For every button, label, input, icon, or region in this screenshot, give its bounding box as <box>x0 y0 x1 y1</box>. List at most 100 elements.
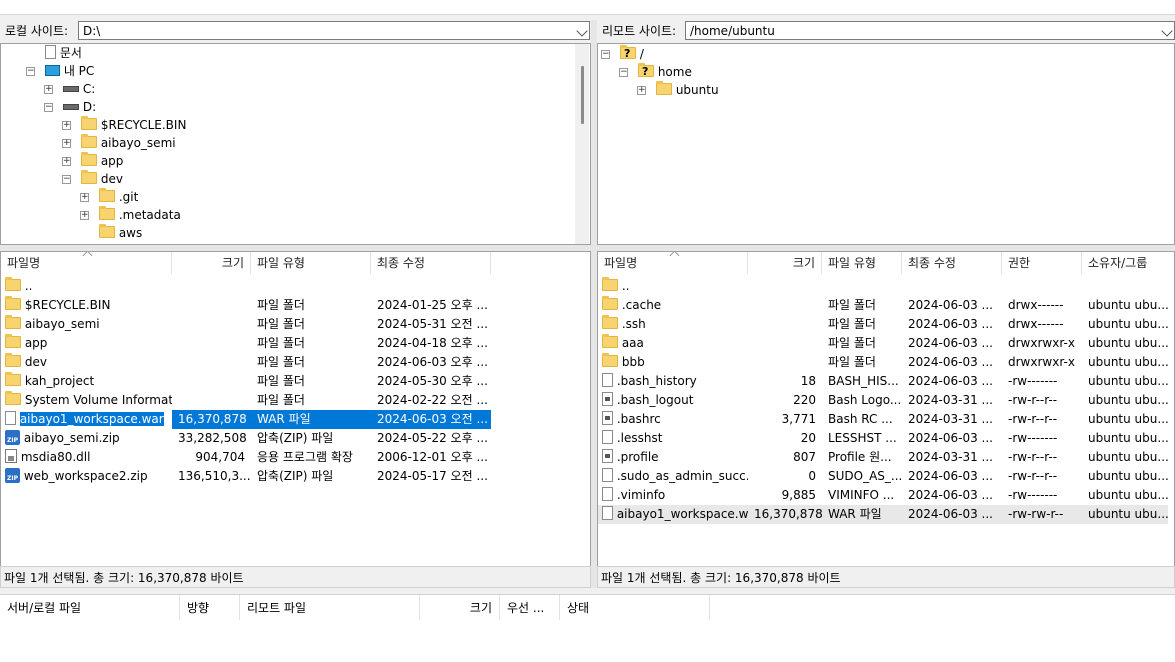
document-icon <box>45 45 56 59</box>
file-row[interactable]: .bashrc 3,771 Bash RC ... 2024-03-31 ... -rw… <box>598 410 1168 429</box>
column-header-owner[interactable]: 소유자/그룹 <box>1082 252 1174 274</box>
expand-icon[interactable]: + <box>637 86 646 95</box>
file-row[interactable]: app 파일 폴더 2024-04-18 오후 ... <box>1 334 491 353</box>
queue-column-direction[interactable]: 방향 <box>180 595 240 621</box>
tree-node[interactable]: − 내 PC <box>26 62 94 80</box>
transfer-queue-list[interactable] <box>0 620 1175 662</box>
file-row[interactable]: .cache 파일 폴더 2024-06-03 ... drwx------ ubunt… <box>598 296 1168 315</box>
file-row[interactable]: $RECYCLE.BIN 파일 폴더 2024-01-25 오후 ... <box>1 296 491 315</box>
remote-path-input[interactable]: /home/ubuntu <box>685 21 1175 40</box>
tree-node[interactable]: + aibayo_semi <box>62 134 176 152</box>
collapse-icon[interactable]: − <box>601 50 610 59</box>
file-row[interactable]: aibayo1_workspace.war 16,370,878 WAR 파일 202… <box>1 410 491 429</box>
column-header-size[interactable]: 크기 <box>172 252 251 274</box>
remote-file-list[interactable]: 파일명 크기 파일 유형 최종 수정 권한 소유자/그룹 .. .cache 파일… <box>597 251 1175 567</box>
file-row[interactable]: .profile 807 Profile 원... 2024-03-31 ... -rw… <box>598 448 1168 467</box>
queue-column-remote-file[interactable]: 리모트 파일 <box>240 595 420 621</box>
queue-column-file[interactable]: 서버/로컬 파일 <box>0 595 180 621</box>
tree-node[interactable]: + ubuntu <box>637 81 719 99</box>
folder-icon <box>5 315 21 329</box>
file-owner: ubuntu ubu... <box>1088 298 1168 312</box>
pc-icon <box>45 65 60 76</box>
tree-node[interactable]: − D: <box>44 98 96 116</box>
expand-icon[interactable]: + <box>62 139 71 148</box>
tree-node[interactable]: − dev <box>62 170 123 188</box>
local-path-input[interactable]: D:\ <box>78 21 590 40</box>
file-row[interactable]: .ssh 파일 폴더 2024-06-03 ... drwx------ ubuntu … <box>598 315 1168 334</box>
collapse-icon[interactable]: − <box>619 68 628 77</box>
tree-node[interactable]: + .git <box>80 188 139 206</box>
file-row[interactable]: ZIP aibayo_semi.zip 33,282,508 압축(ZIP) 파일 2… <box>1 429 491 448</box>
column-header-permissions[interactable]: 권한 <box>1002 252 1082 274</box>
scrollbar-thumb[interactable] <box>581 66 584 124</box>
file-row[interactable]: System Volume Informat... 파일 폴더 2024-02-22… <box>1 391 491 410</box>
file-row[interactable]: kah_project 파일 폴더 2024-05-30 오후 ... <box>1 372 491 391</box>
queue-column-status[interactable]: 상태 <box>560 595 710 621</box>
tree-node[interactable]: + app <box>62 152 123 170</box>
tree-node[interactable]: aws <box>99 224 142 242</box>
file-type: WAR 파일 <box>251 410 371 429</box>
expand-icon[interactable]: + <box>80 211 89 220</box>
column-header-modified[interactable]: 최종 수정 <box>902 252 1002 274</box>
column-header-size[interactable]: 크기 <box>748 252 822 274</box>
tree-node[interactable]: 문서 <box>45 44 82 62</box>
file-row[interactable]: aibayo_semi 파일 폴더 2024-05-31 오전 ... <box>1 315 491 334</box>
expand-icon[interactable]: + <box>44 85 53 94</box>
expand-icon[interactable]: + <box>80 193 89 202</box>
file-type: 파일 폴더 <box>828 317 876 331</box>
file-row[interactable]: aibayo1_workspace.war 16,370,878 WAR 파일 202… <box>598 505 1168 524</box>
tree-node[interactable]: − / <box>601 45 644 63</box>
folder-icon <box>602 353 618 367</box>
tree-node-label: / <box>639 47 644 61</box>
local-file-list[interactable]: 파일명 크기 파일 유형 최종 수정 .. $RECYCLE.BIN 파일 폴더 2… <box>0 251 591 567</box>
file-row[interactable]: .sudo_as_admin_succ... 0 SUDO_AS_... 2024-0… <box>598 467 1168 486</box>
file-size <box>748 353 822 372</box>
file-modified: 2024-02-22 오전 ... <box>377 393 488 407</box>
file-row[interactable]: .bash_history 18 BASH_HIS... 2024-06-03 ...… <box>598 372 1168 391</box>
collapse-icon[interactable]: − <box>44 103 53 112</box>
file-type: 파일 폴더 <box>828 336 876 350</box>
top-message-strip <box>0 0 1175 15</box>
expand-icon[interactable]: + <box>62 121 71 130</box>
file-row[interactable]: msdia80.dll 904,704 응용 프로그램 확장 2006-12-01 오… <box>1 448 491 467</box>
chevron-down-icon[interactable] <box>576 25 588 37</box>
document-icon <box>602 487 613 501</box>
file-size: 136,510,3... <box>178 469 251 483</box>
tree-node[interactable]: − home <box>619 63 692 81</box>
file-name: .bash_logout <box>616 393 694 407</box>
column-header-modified[interactable]: 최종 수정 <box>371 252 491 274</box>
file-row[interactable]: bbb 파일 폴더 2024-06-03 ... drwxrwxr-x ubuntu u… <box>598 353 1168 372</box>
tree-node-label: .git <box>118 190 139 204</box>
file-type <box>822 277 902 296</box>
file-row[interactable]: dev 파일 폴더 2024-06-03 오후 ... <box>1 353 491 372</box>
queue-column-priority[interactable]: 우선 ... <box>500 595 560 621</box>
local-status-text: 파일 1개 선택됨. 총 크기: 16,370,878 바이트 <box>4 571 244 585</box>
collapse-icon[interactable]: − <box>62 175 71 184</box>
expand-icon[interactable]: + <box>62 157 71 166</box>
file-row[interactable]: .viminfo 9,885 VIMINFO ... 2024-06-03 ... -r… <box>598 486 1168 505</box>
file-row[interactable]: .lesshst 20 LESSHST ... 2024-06-03 ... -rw--… <box>598 429 1168 448</box>
chevron-down-icon[interactable] <box>1161 25 1173 37</box>
file-modified: 2024-05-30 오후 ... <box>377 374 488 388</box>
collapse-icon[interactable]: − <box>26 67 35 76</box>
column-header-type[interactable]: 파일 유형 <box>251 252 371 274</box>
queue-column-size[interactable]: 크기 <box>420 595 500 621</box>
file-perms: drwxrwxr-x <box>1008 336 1075 350</box>
remote-directory-tree[interactable]: − /− home+ ubuntu <box>597 43 1175 245</box>
local-tree-scrollbar[interactable] <box>575 44 589 244</box>
file-row[interactable]: ZIP web_workspace2.zip 136,510,3... 압축(ZIP… <box>1 467 491 486</box>
file-perms: -rw-r--r-- <box>1008 393 1058 407</box>
tree-node[interactable]: + .metadata <box>80 206 181 224</box>
file-row[interactable]: aaa 파일 폴더 2024-06-03 ... drwxrwxr-x ubuntu u… <box>598 334 1168 353</box>
file-row[interactable]: .. <box>1 277 491 296</box>
file-type: 파일 폴더 <box>828 355 876 369</box>
file-name: .ssh <box>621 317 646 331</box>
local-directory-tree[interactable]: 문서 − 내 PC + C: − D: + $RECYCLE.BIN + aibayo_s… <box>0 43 591 245</box>
folder-icon <box>81 134 97 148</box>
tree-node[interactable]: + $RECYCLE.BIN <box>62 116 186 134</box>
tree-node[interactable]: + C: <box>44 80 95 98</box>
column-header-type[interactable]: 파일 유형 <box>822 252 902 274</box>
file-name: aibayo_semi <box>24 317 100 331</box>
file-row[interactable]: .bash_logout 220 Bash Logo... 2024-03-31 ..… <box>598 391 1168 410</box>
file-row[interactable]: .. <box>598 277 1168 296</box>
